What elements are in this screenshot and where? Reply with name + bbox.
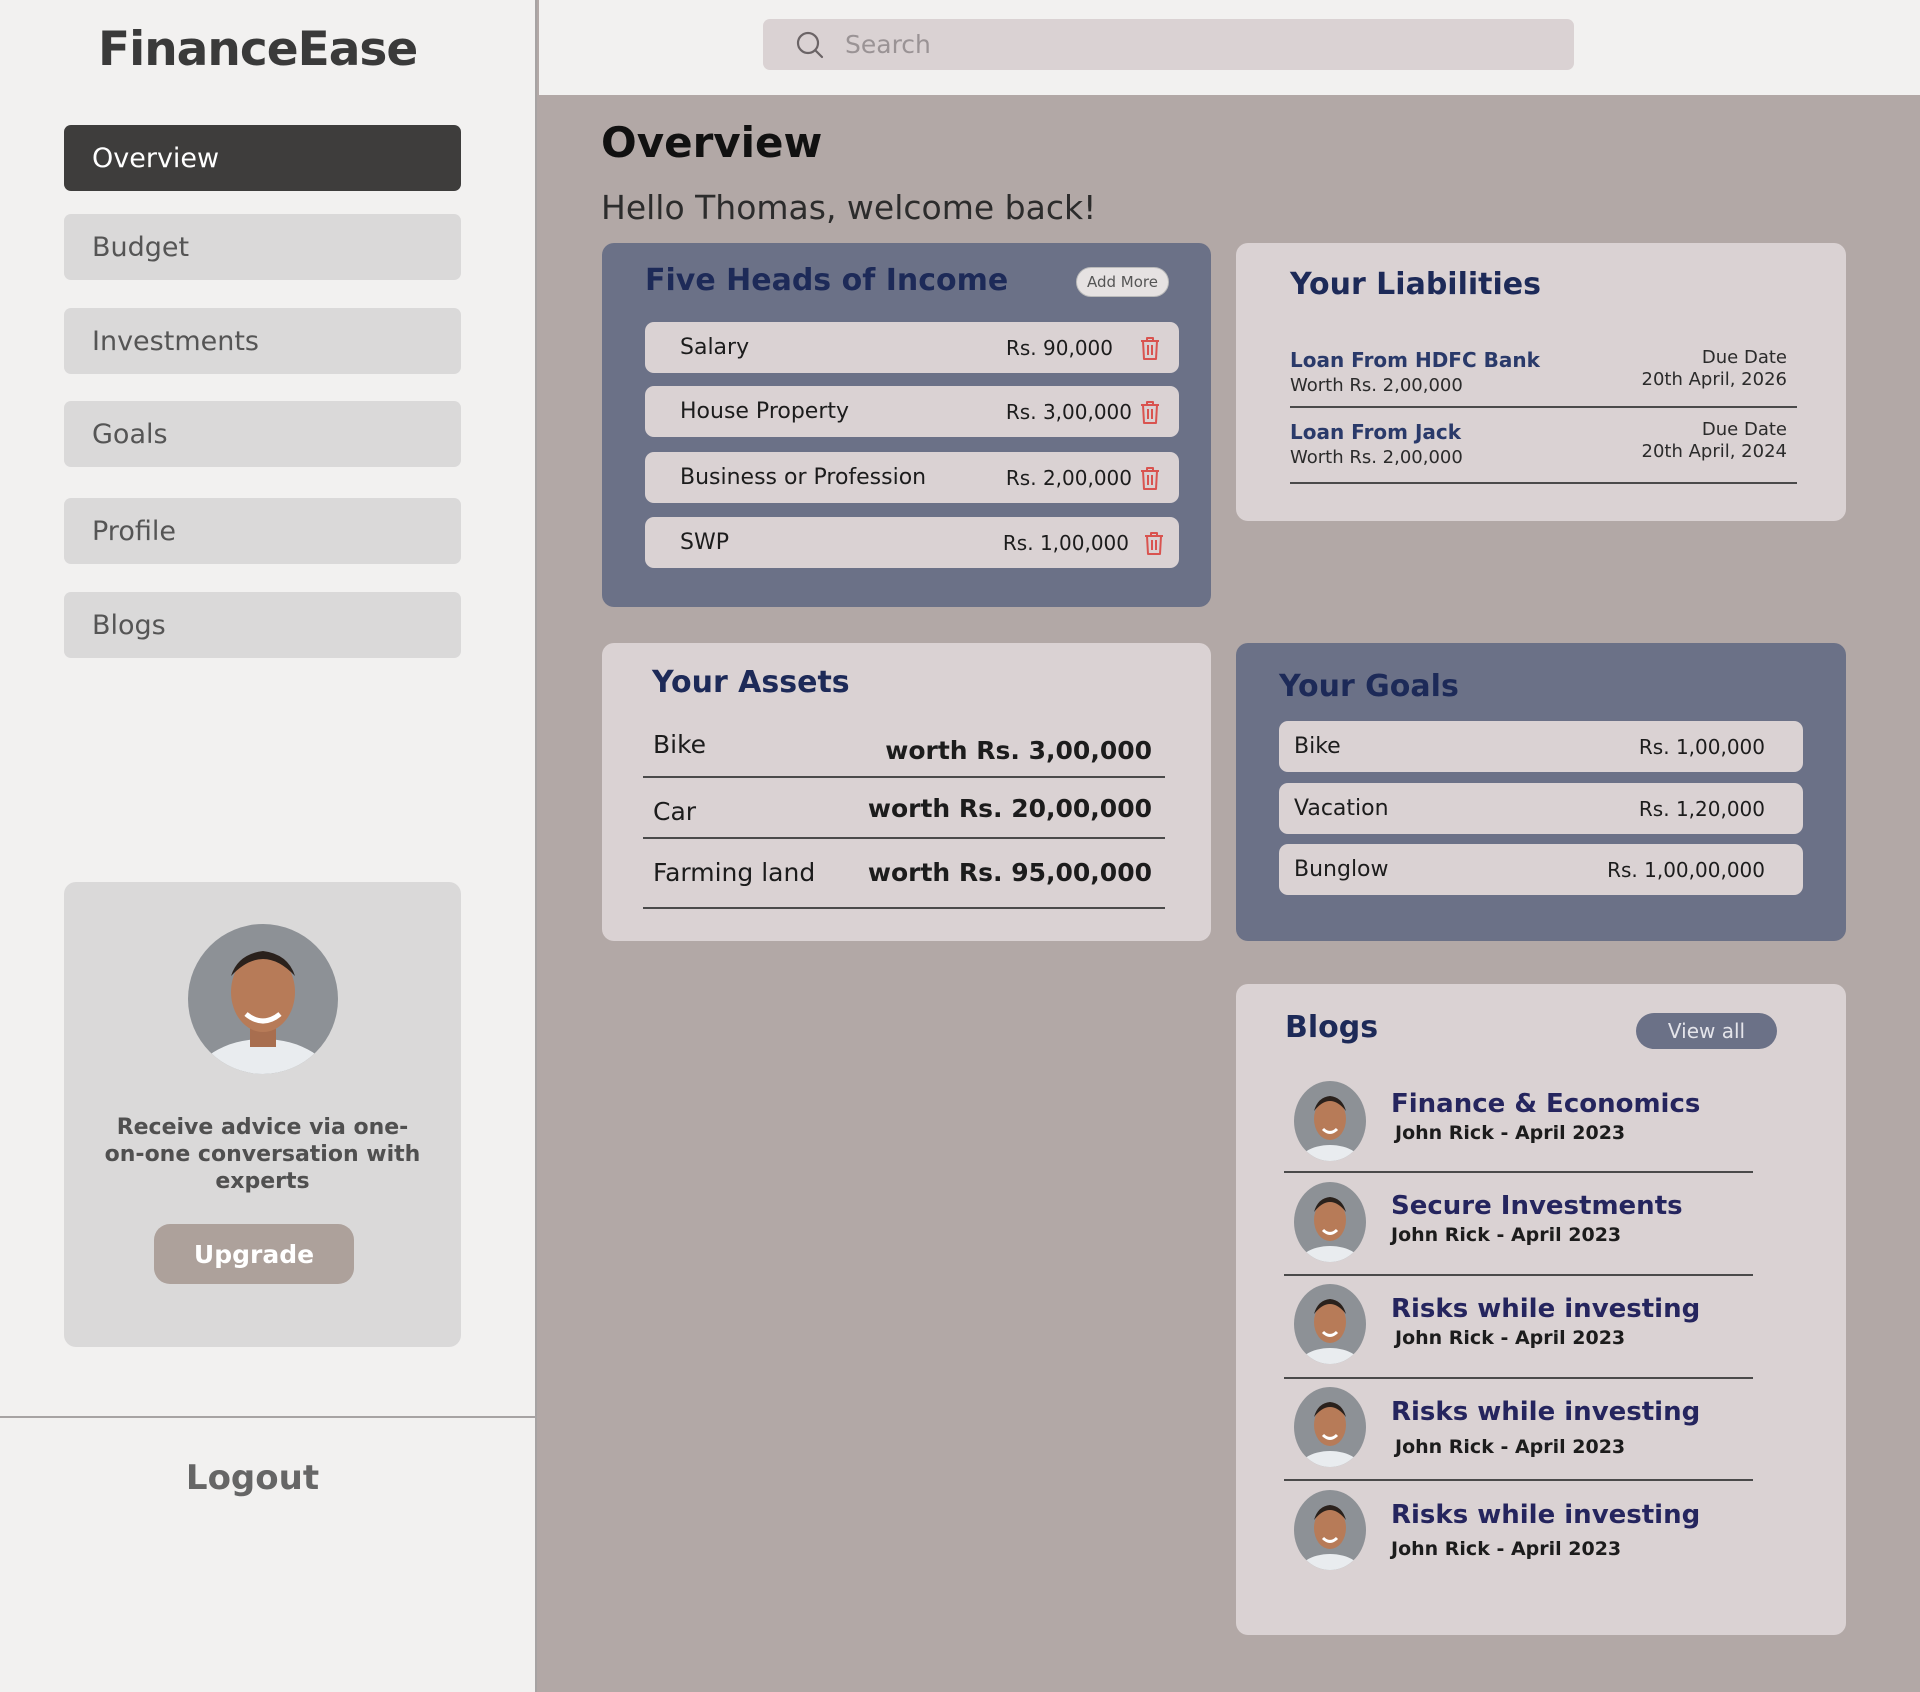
goal-amount: Rs. 1,00,00,000	[1607, 857, 1765, 882]
blog-author-avatar	[1294, 1081, 1366, 1161]
income-row: Business or Profession Rs. 2,00,000	[645, 452, 1179, 503]
sidebar-divider	[0, 1416, 537, 1418]
divider	[1290, 482, 1797, 484]
income-amount: Rs. 3,00,000	[1005, 399, 1132, 424]
add-more-button[interactable]: Add More	[1076, 267, 1169, 297]
income-row: House Property Rs. 3,00,000	[645, 386, 1179, 437]
income-row: SWP Rs. 1,00,000	[645, 517, 1179, 568]
income-amount: Rs. 90,000	[1005, 335, 1113, 360]
blog-author-avatar	[1294, 1387, 1366, 1467]
nav-item-overview[interactable]: Overview	[64, 125, 461, 191]
page-title: Overview	[601, 118, 823, 167]
divider	[1284, 1479, 1753, 1481]
asset-worth: worth Rs. 95,00,000	[867, 858, 1152, 887]
nav-item-blogs[interactable]: Blogs	[64, 592, 461, 658]
income-label: Salary	[680, 335, 750, 360]
blogs-card: Blogs View all Finance & Economics John …	[1236, 984, 1846, 1635]
liability-due-date: 20th April, 2024	[1641, 441, 1788, 462]
income-title: Five Heads of Income	[645, 263, 1009, 298]
income-amount: Rs. 2,00,000	[1005, 465, 1132, 490]
assets-card: Your Assets Bike worth Rs. 3,00,000 Car …	[602, 643, 1211, 941]
trash-icon[interactable]	[1139, 335, 1161, 361]
blog-meta: John Rick - April 2023	[1391, 1224, 1622, 1246]
income-label: SWP	[680, 530, 729, 555]
upgrade-card: Receive advice via one-on-one conversati…	[64, 882, 461, 1347]
liability-due-label: Due Date	[1701, 419, 1787, 440]
view-all-button[interactable]: View all	[1636, 1013, 1777, 1049]
divider	[643, 837, 1165, 839]
divider	[1284, 1171, 1753, 1173]
income-label: House Property	[680, 399, 850, 424]
blog-title[interactable]: Risks while investing	[1391, 1294, 1700, 1324]
search-placeholder: Search	[845, 30, 931, 59]
blog-author-avatar	[1294, 1490, 1366, 1570]
liability-worth: Worth Rs. 2,00,000	[1290, 447, 1463, 468]
goal-row: Vacation Rs. 1,20,000	[1279, 783, 1803, 834]
asset-worth: worth Rs. 20,00,000	[867, 794, 1152, 823]
goal-row: Bike Rs. 1,00,000	[1279, 721, 1803, 772]
income-card: Five Heads of Income Add More Salary Rs.…	[602, 243, 1211, 607]
liabilities-title: Your Liabilities	[1290, 267, 1541, 302]
app-logo: FinanceEase	[98, 22, 418, 77]
blog-title[interactable]: Risks while investing	[1391, 1397, 1700, 1427]
income-label: Business or Profession	[680, 465, 927, 490]
asset-name: Car	[653, 797, 697, 826]
income-amount: Rs. 1,00,000	[1002, 530, 1129, 555]
nav-item-profile[interactable]: Profile	[64, 498, 461, 564]
goal-label: Bunglow	[1294, 857, 1389, 882]
goal-amount: Rs. 1,00,000	[1638, 734, 1765, 759]
asset-worth: worth Rs. 3,00,000	[885, 736, 1152, 765]
blogs-title: Blogs	[1285, 1010, 1379, 1045]
upgrade-button[interactable]: Upgrade	[154, 1224, 354, 1284]
trash-icon[interactable]	[1139, 399, 1161, 425]
goal-label: Bike	[1294, 734, 1341, 759]
blog-author-avatar	[1294, 1182, 1366, 1262]
blog-author-avatar	[1294, 1284, 1366, 1364]
blog-title[interactable]: Risks while investing	[1391, 1500, 1700, 1530]
goal-row: Bunglow Rs. 1,00,00,000	[1279, 844, 1803, 895]
nav-item-investments[interactable]: Investments	[64, 308, 461, 374]
trash-icon[interactable]	[1139, 465, 1161, 491]
asset-name: Bike	[653, 730, 707, 759]
divider	[643, 776, 1165, 778]
divider	[643, 907, 1165, 909]
liability-name: Loan From HDFC Bank	[1290, 348, 1540, 372]
nav-item-budget[interactable]: Budget	[64, 214, 461, 280]
blog-meta: John Rick - April 2023	[1395, 1122, 1626, 1144]
goal-amount: Rs. 1,20,000	[1638, 796, 1765, 821]
goal-label: Vacation	[1294, 796, 1389, 821]
welcome-message: Hello Thomas, welcome back!	[601, 188, 1097, 227]
income-row: Salary Rs. 90,000	[645, 322, 1179, 373]
blog-meta: John Rick - April 2023	[1391, 1538, 1622, 1560]
liability-due-label: Due Date	[1701, 347, 1787, 368]
trash-icon[interactable]	[1143, 530, 1165, 556]
nav-item-goals[interactable]: Goals	[64, 401, 461, 467]
logout-button[interactable]: Logout	[0, 1458, 505, 1498]
search-icon	[796, 31, 824, 58]
blog-meta: John Rick - April 2023	[1395, 1436, 1626, 1458]
sidebar: FinanceEase Overview Budget Investments …	[0, 0, 537, 1692]
divider	[1284, 1377, 1753, 1379]
goals-card: Your Goals Bike Rs. 1,00,000 Vacation Rs…	[1236, 643, 1846, 941]
assets-title: Your Assets	[652, 665, 850, 700]
divider	[1284, 1274, 1753, 1276]
divider	[1290, 406, 1797, 408]
blog-title[interactable]: Secure Investments	[1391, 1191, 1683, 1221]
search-input[interactable]: Search	[763, 19, 1574, 70]
blog-meta: John Rick - April 2023	[1395, 1327, 1626, 1349]
liability-name: Loan From Jack	[1290, 420, 1462, 444]
expert-avatar	[188, 924, 338, 1074]
blog-title[interactable]: Finance & Economics	[1391, 1089, 1700, 1119]
goals-title: Your Goals	[1279, 669, 1459, 704]
upgrade-advice-text: Receive advice via one-on-one conversati…	[104, 1115, 421, 1194]
liability-worth: Worth Rs. 2,00,000	[1290, 375, 1463, 396]
asset-name: Farming land	[653, 858, 816, 887]
top-bar: Search	[539, 0, 1920, 95]
liability-due-date: 20th April, 2026	[1641, 369, 1788, 390]
liabilities-card: Your Liabilities Loan From HDFC Bank Wor…	[1236, 243, 1846, 521]
